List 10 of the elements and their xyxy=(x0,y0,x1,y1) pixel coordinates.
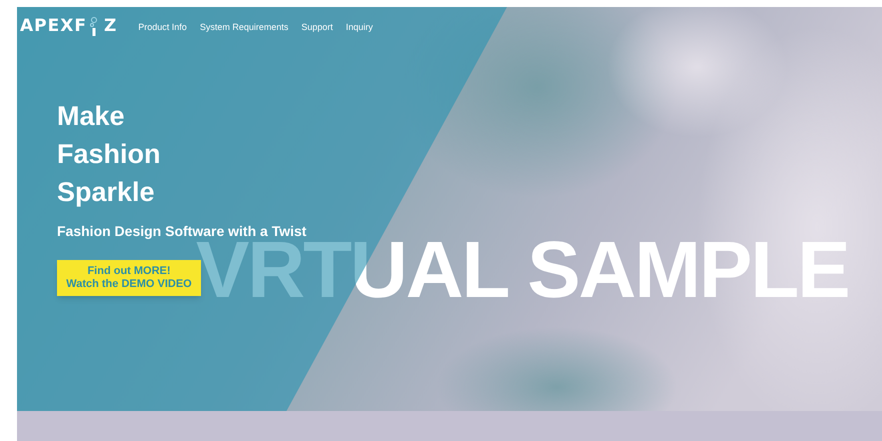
nav-link[interactable]: System Requirements xyxy=(200,21,288,34)
demo-video-button[interactable]: Find out MORE! Watch the DEMO VIDEO xyxy=(57,260,201,296)
logo-text[interactable]: Z xyxy=(104,14,116,40)
hero-subtitle: Fashion Design Software with a Twist xyxy=(57,222,306,241)
hero-title: Make Fashion Sparkle xyxy=(57,100,162,209)
bubbles-icon xyxy=(88,16,99,37)
logo-text[interactable]: APEXF xyxy=(20,14,87,40)
nav-link[interactable]: Support xyxy=(301,21,333,34)
nav-link[interactable]: Inquiry xyxy=(346,21,373,34)
nav-link[interactable]: Product Info xyxy=(138,21,187,34)
